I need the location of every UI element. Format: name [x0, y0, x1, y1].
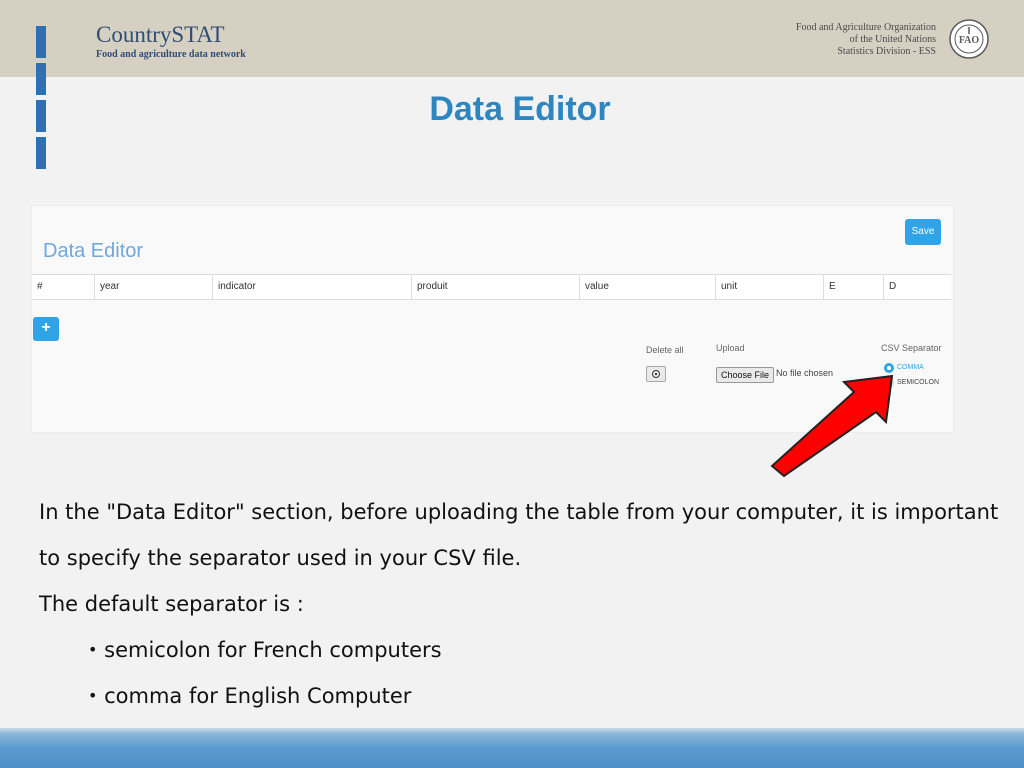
comma-radio-label[interactable]: COMMA — [897, 364, 924, 371]
save-button[interactable]: Save — [905, 219, 941, 245]
column-header-produit[interactable]: produit — [411, 275, 579, 299]
editor-heading: Data Editor — [43, 240, 144, 262]
footer-bar — [0, 728, 1024, 768]
bullet-text: comma for English Computer — [104, 684, 412, 708]
column-header-unit[interactable]: unit — [715, 275, 823, 299]
org-line-3: Statistics Division - ESS — [837, 46, 936, 57]
csv-separator-label: CSV Separator — [881, 343, 942, 353]
column-header-indicator[interactable]: indicator — [212, 275, 411, 299]
bullet-marker: • — [88, 640, 98, 659]
bullet-marker: • — [88, 686, 98, 705]
logo-subtitle: Food and agriculture data network — [96, 49, 246, 60]
body-text-line-2: to specify the separator used in your CS… — [39, 546, 522, 570]
logo-title: CountrySTAT — [96, 22, 225, 47]
bullet-text: semicolon for French computers — [104, 638, 442, 662]
delete-all-label: Delete all — [646, 345, 684, 355]
red-arrow-icon — [770, 374, 894, 478]
header-banner: CountrySTAT Food and agriculture data ne… — [0, 0, 1024, 169]
add-row-button[interactable]: + — [33, 317, 59, 341]
fao-emblem-icon: FAO — [949, 19, 989, 59]
fao-org-text: Food and Agriculture Organization of the… — [796, 22, 936, 58]
choose-file-button[interactable]: Choose File — [716, 367, 775, 383]
column-header-e[interactable]: E — [823, 275, 883, 299]
body-text-line-1: In the "Data Editor" section, before upl… — [39, 500, 999, 524]
column-header-value[interactable]: value — [579, 275, 715, 299]
org-line-2: of the United Nations — [849, 34, 936, 45]
bullet-item-2: • comma for English Computer — [88, 684, 411, 708]
column-header-year[interactable]: year — [94, 275, 212, 299]
column-header-d[interactable]: D — [883, 275, 951, 299]
delete-all-button[interactable] — [646, 366, 666, 382]
org-line-1: Food and Agriculture Organization — [795, 22, 936, 33]
upload-label: Upload — [716, 343, 745, 353]
body-text-line-3: The default separator is : — [39, 592, 304, 616]
bullet-item-1: • semicolon for French computers — [88, 638, 442, 662]
svg-text:FAO: FAO — [959, 35, 980, 46]
table-header: # year indicator produit value unit E D — [32, 274, 951, 300]
column-header-index[interactable]: # — [32, 275, 94, 299]
semicolon-radio-label[interactable]: SEMICOLON — [897, 379, 939, 386]
page-title: Data Editor — [429, 90, 611, 128]
